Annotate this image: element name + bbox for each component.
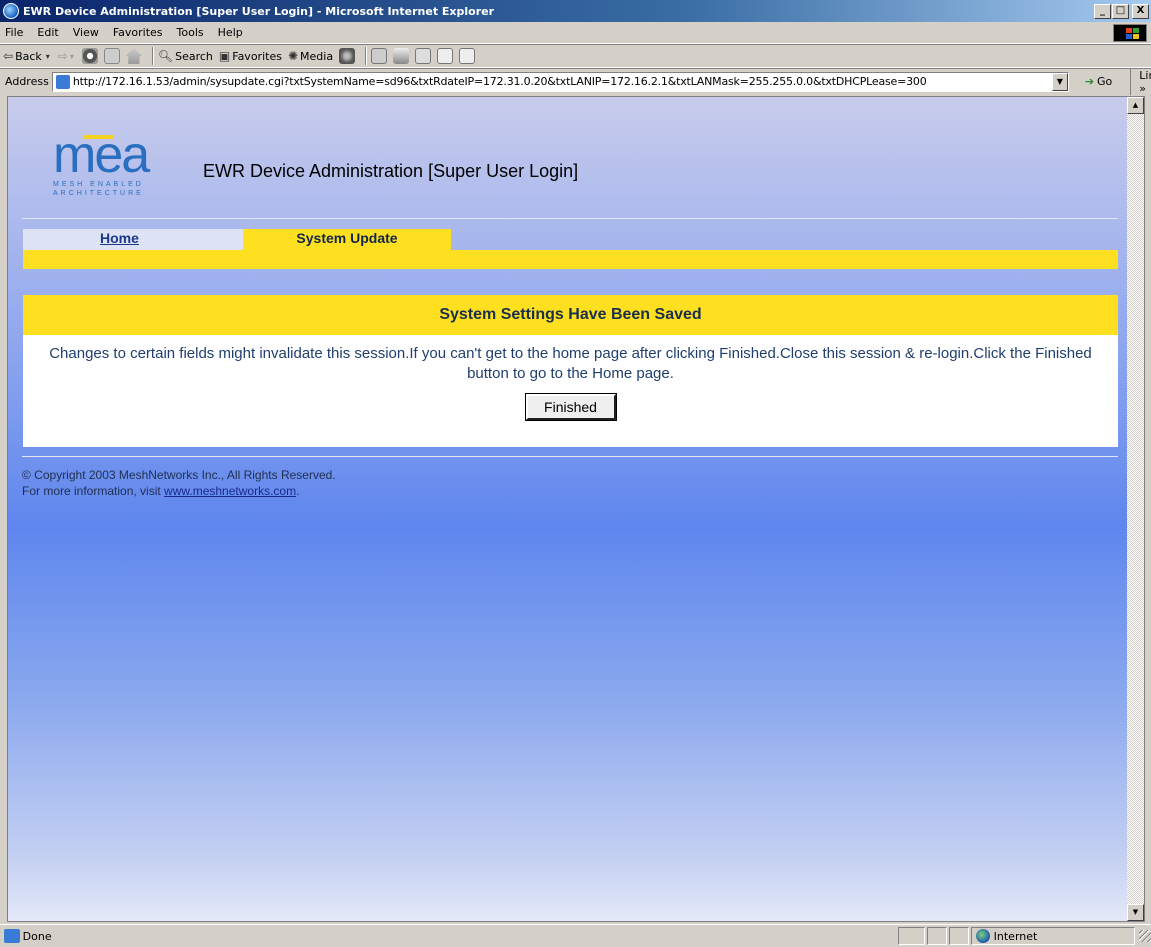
mea-logo: mea MESH ENABLED ARCHITECTURE [53, 126, 178, 208]
browser-viewport: mea MESH ENABLED ARCHITECTURE EWR Device… [7, 96, 1145, 922]
go-button[interactable]: ➔ Go [1085, 75, 1112, 88]
logo-tagline-2: ARCHITECTURE [53, 190, 144, 197]
tab-home-label[interactable]: Home [100, 229, 139, 248]
search-icon: 🔍︎ [157, 49, 174, 63]
windows-logo-icon [1113, 24, 1147, 42]
minimize-button[interactable]: _ [1094, 3, 1111, 19]
scroll-up-icon[interactable]: ▲ [1127, 97, 1144, 114]
home-icon[interactable] [125, 48, 142, 64]
resize-grip-icon[interactable] [1139, 930, 1151, 942]
menu-view[interactable]: View [66, 26, 106, 39]
status-panel [897, 927, 926, 945]
status-text: Done [22, 929, 52, 943]
media-button[interactable]: ✺ Media [288, 49, 333, 63]
close-button[interactable]: X [1132, 3, 1149, 19]
internet-globe-icon [975, 929, 990, 943]
address-label: Address [5, 75, 49, 88]
ie-icon [3, 3, 19, 19]
logo-word: mea [53, 126, 150, 184]
more-info-prefix: For more information, visit [22, 484, 161, 498]
favorites-icon: ▣ [218, 49, 231, 63]
security-zone: Internet [970, 927, 1136, 945]
footer-divider [22, 456, 1118, 457]
notice-title: System Settings Have Been Saved [23, 295, 1118, 335]
status-panel [949, 927, 969, 945]
more-info-line: For more information, visit www.meshnetw… [22, 483, 336, 499]
address-url[interactable]: http://172.16.1.53/admin/sysupdate.cgi?t… [73, 75, 1068, 88]
media-label: Media [300, 49, 334, 63]
discuss-icon[interactable] [437, 48, 454, 64]
print-icon[interactable] [393, 48, 410, 64]
copyright-text: © Copyright 2003 MeshNetworks Inc., All … [22, 468, 336, 482]
forward-arrow-icon: ⇨ [57, 49, 68, 63]
page-done-icon [4, 929, 20, 943]
header-divider [22, 218, 1118, 219]
tab-home[interactable]: Home [23, 229, 243, 250]
menu-help[interactable]: Help [211, 26, 250, 39]
chevron-down-icon: ▾ [45, 51, 50, 61]
maximize-button[interactable]: □ [1112, 3, 1129, 19]
toolbar-separator [151, 47, 154, 65]
logo-bar [83, 135, 113, 139]
page-title: EWR Device Administration [Super User Lo… [203, 161, 579, 181]
stop-icon[interactable] [81, 48, 98, 64]
messenger-icon[interactable] [459, 48, 476, 64]
logo-tagline-1: MESH ENABLED [53, 181, 144, 188]
window-controls: _ □ X [1094, 3, 1149, 19]
toolbar-separator [365, 47, 368, 65]
go-arrow-icon: ➔ [1084, 75, 1095, 88]
finish-button-row: Finished [23, 393, 1118, 421]
back-label: Back [15, 49, 42, 63]
menu-edit[interactable]: Edit [30, 26, 65, 39]
menu-file[interactable]: File [0, 26, 30, 39]
favorites-label: Favorites [232, 49, 282, 63]
web-page: mea MESH ENABLED ARCHITECTURE EWR Device… [8, 97, 1128, 921]
chevron-down-icon: ▾ [69, 51, 74, 61]
address-input[interactable]: http://172.16.1.53/admin/sysupdate.cgi?t… [51, 71, 1069, 92]
window-title: EWR Device Administration [Super User Lo… [23, 4, 495, 18]
tab-system-update[interactable]: System Update [243, 229, 451, 250]
notice-panel: System Settings Have Been Saved Changes … [23, 295, 1118, 447]
search-label: Search [175, 49, 213, 63]
menu-tools[interactable]: Tools [170, 26, 211, 39]
scroll-down-icon[interactable]: ▼ [1127, 904, 1144, 921]
finished-button[interactable]: Finished [524, 393, 617, 421]
refresh-icon[interactable] [103, 48, 120, 64]
back-button[interactable]: ⇦ Back ▾ [3, 49, 52, 63]
tab-underline-strip [23, 250, 1118, 269]
toolbar: ⇦ Back ▾ ⇨ ▾ 🔍︎ Search ▣ Favorites ✺ Med… [0, 44, 1151, 68]
address-dropdown-icon[interactable]: ▼ [1051, 72, 1068, 91]
address-bar: Address http://172.16.1.53/admin/sysupda… [0, 68, 1151, 95]
links-button[interactable]: Links » [1130, 68, 1151, 95]
history-icon[interactable] [339, 48, 356, 64]
search-button[interactable]: 🔍︎ Search [158, 49, 213, 63]
zone-label: Internet [993, 929, 1038, 943]
menu-bar: File Edit View Favorites Tools Help [0, 22, 1151, 44]
status-bar: Done Internet [0, 924, 1151, 947]
footer: © Copyright 2003 MeshNetworks Inc., All … [22, 467, 336, 499]
tab-bar: Home System Update [23, 229, 1118, 250]
mail-icon[interactable] [371, 48, 388, 64]
media-icon: ✺ [287, 49, 299, 63]
back-arrow-icon: ⇦ [3, 49, 14, 63]
meshnetworks-link[interactable]: www.meshnetworks.com [164, 484, 296, 498]
favorites-button[interactable]: ▣ Favorites [219, 49, 282, 63]
forward-button[interactable]: ⇨ ▾ [58, 49, 76, 63]
edit-icon[interactable] [415, 48, 432, 64]
menu-favorites[interactable]: Favorites [106, 26, 170, 39]
status-panel [927, 927, 948, 945]
go-label: Go [1097, 75, 1113, 88]
window-title-bar[interactable]: EWR Device Administration [Super User Lo… [0, 0, 1151, 22]
page-icon [55, 74, 70, 89]
notice-message: Changes to certain fields might invalida… [49, 345, 1092, 382]
vertical-scrollbar[interactable]: ▲ ▼ [1127, 97, 1144, 921]
links-label: Links [1139, 68, 1151, 82]
more-info-suffix: . [296, 484, 300, 498]
